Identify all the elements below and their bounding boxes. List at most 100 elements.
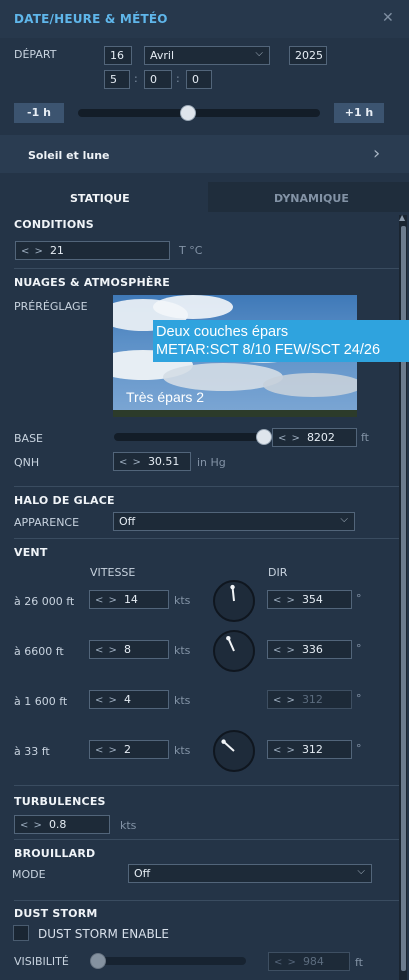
tooltip-line-2: METAR:SCT 8/10 FEW/SCT 24/26 bbox=[156, 342, 381, 358]
fog-mode-select[interactable]: Off ⌵ bbox=[128, 864, 372, 883]
fog-title: BROUILLARD bbox=[14, 847, 96, 860]
clouds-title: NUAGES & ATMOSPHÈRE bbox=[14, 276, 170, 289]
stepper-arrows-icon: < > bbox=[95, 595, 118, 606]
stepper-arrows-icon: < > bbox=[119, 457, 142, 468]
stepper-arrows-icon: < > bbox=[273, 695, 296, 706]
wind-direction-field[interactable]: < > 336 bbox=[267, 640, 352, 659]
divider bbox=[14, 486, 399, 487]
wind-altitude-label: à 33 ft bbox=[14, 745, 50, 758]
dust-storm-checkbox[interactable] bbox=[13, 925, 29, 941]
qnh-field[interactable]: < > 30.51 bbox=[113, 452, 191, 471]
time-slider-knob[interactable] bbox=[179, 105, 196, 121]
ice-halo-title: HALO DE GLACE bbox=[14, 494, 115, 507]
wind-direction-field[interactable]: < > 312 bbox=[267, 690, 352, 709]
wind-arrow-icon bbox=[226, 636, 235, 652]
wind-direction-value: 312 bbox=[301, 743, 323, 756]
dir-header: DIR bbox=[268, 566, 288, 579]
qnh-value: 30.51 bbox=[147, 455, 180, 468]
wind-speed-value: 14 bbox=[123, 593, 138, 606]
hour-field[interactable]: 5 bbox=[104, 70, 130, 89]
wind-speed-unit: kts bbox=[174, 594, 191, 607]
wind-direction-unit: ° bbox=[356, 742, 362, 755]
stepper-arrows-icon: < > bbox=[95, 745, 118, 756]
wind-direction-unit: ° bbox=[356, 642, 362, 655]
wind-arrow-icon bbox=[221, 739, 235, 752]
base-field[interactable]: < > 8202 bbox=[272, 428, 357, 447]
chevron-right-icon: › bbox=[373, 143, 381, 164]
preset-tooltip: Deux couches épars METAR:SCT 8/10 FEW/SC… bbox=[153, 320, 409, 362]
second-field[interactable]: 0 bbox=[186, 70, 212, 89]
visibility-field[interactable]: < > 984 bbox=[268, 952, 350, 971]
conditions-title: CONDITIONS bbox=[14, 218, 94, 231]
preset-label: PRÉRÉGLAGE bbox=[14, 300, 88, 313]
month-select[interactable]: Avril ⌵ bbox=[144, 46, 270, 65]
close-icon[interactable]: ✕ bbox=[382, 10, 394, 26]
base-slider-knob[interactable] bbox=[256, 429, 272, 445]
turbulence-title: TURBULENCES bbox=[14, 795, 106, 808]
time-slider-track[interactable] bbox=[78, 109, 320, 117]
base-value: 8202 bbox=[306, 431, 335, 444]
divider bbox=[14, 538, 399, 539]
appearance-select[interactable]: Off ⌵ bbox=[113, 512, 355, 531]
wind-arrow-icon bbox=[230, 584, 235, 602]
temperature-field[interactable]: < > 21 bbox=[15, 241, 170, 260]
stepper-arrows-icon: < > bbox=[95, 645, 118, 656]
visibility-value: 984 bbox=[302, 955, 324, 968]
divider bbox=[14, 268, 399, 269]
wind-direction-value: 354 bbox=[301, 593, 323, 606]
wind-direction-unit: ° bbox=[356, 592, 362, 605]
wind-altitude-label: à 6600 ft bbox=[14, 645, 64, 658]
wind-altitude-label: à 26 000 ft bbox=[14, 595, 75, 608]
qnh-label: QNH bbox=[14, 456, 40, 469]
wind-speed-unit: kts bbox=[174, 744, 191, 757]
window-title: DATE/HEURE & MÉTÉO bbox=[14, 12, 168, 26]
wind-speed-unit: kts bbox=[174, 644, 191, 657]
divider bbox=[14, 839, 399, 840]
wind-direction-field[interactable]: < > 312 bbox=[267, 740, 352, 759]
time-separator: : bbox=[176, 72, 180, 85]
visibility-slider-track[interactable] bbox=[92, 957, 246, 965]
wind-speed-field[interactable]: < > 8 bbox=[89, 640, 169, 659]
preset-name: Très épars 2 bbox=[126, 389, 205, 405]
scroll-up-icon[interactable]: ▲ bbox=[399, 213, 405, 222]
year-field[interactable]: 2025 bbox=[289, 46, 327, 65]
appearance-label: APPARENCE bbox=[14, 516, 80, 529]
month-value: Avril bbox=[150, 49, 175, 62]
stepper-arrows-icon: < > bbox=[274, 957, 297, 968]
minute-field[interactable]: 0 bbox=[144, 70, 172, 89]
visibility-label: VISIBILITÉ bbox=[14, 955, 69, 968]
chevron-down-icon: ⌵ bbox=[357, 866, 365, 877]
stepper-arrows-icon: < > bbox=[273, 745, 296, 756]
stepper-arrows-icon: < > bbox=[273, 645, 296, 656]
stepper-arrows-icon: < > bbox=[273, 595, 296, 606]
stepper-arrows-icon: < > bbox=[20, 820, 43, 831]
stepper-arrows-icon: < > bbox=[278, 433, 301, 444]
turbulence-unit: kts bbox=[120, 819, 137, 832]
minus-hour-button[interactable]: -1 h bbox=[14, 103, 64, 123]
wind-direction-unit: ° bbox=[356, 692, 362, 705]
fog-mode-value: Off bbox=[134, 867, 151, 880]
wind-direction-field[interactable]: < > 354 bbox=[267, 590, 352, 609]
wind-altitude-label: à 1 600 ft bbox=[14, 695, 68, 708]
fog-mode-label: MODE bbox=[12, 868, 46, 881]
temperature-value: 21 bbox=[49, 244, 64, 257]
plus-hour-button[interactable]: +1 h bbox=[334, 103, 384, 123]
turbulence-field[interactable]: < > 0.8 bbox=[14, 815, 110, 834]
sun-moon-label: Soleil et lune bbox=[28, 149, 110, 162]
time-separator: : bbox=[134, 72, 138, 85]
wind-direction-dial[interactable] bbox=[213, 730, 255, 772]
temperature-unit: T °C bbox=[179, 244, 203, 257]
wind-speed-field[interactable]: < > 14 bbox=[89, 590, 169, 609]
base-slider-track[interactable] bbox=[114, 433, 262, 441]
wind-direction-dial[interactable] bbox=[213, 630, 255, 672]
speed-header: VITESSE bbox=[90, 566, 136, 579]
wind-speed-field[interactable]: < > 2 bbox=[89, 740, 169, 759]
visibility-slider-knob[interactable] bbox=[90, 953, 106, 969]
day-field[interactable]: 16 bbox=[104, 46, 132, 65]
wind-speed-value: 4 bbox=[123, 693, 131, 706]
depart-label: DÉPART bbox=[14, 48, 57, 61]
tab-static-label: STATIQUE bbox=[70, 192, 130, 205]
wind-speed-field[interactable]: < > 4 bbox=[89, 690, 169, 709]
wind-direction-dial[interactable] bbox=[213, 580, 255, 622]
turbulence-value: 0.8 bbox=[48, 818, 67, 831]
